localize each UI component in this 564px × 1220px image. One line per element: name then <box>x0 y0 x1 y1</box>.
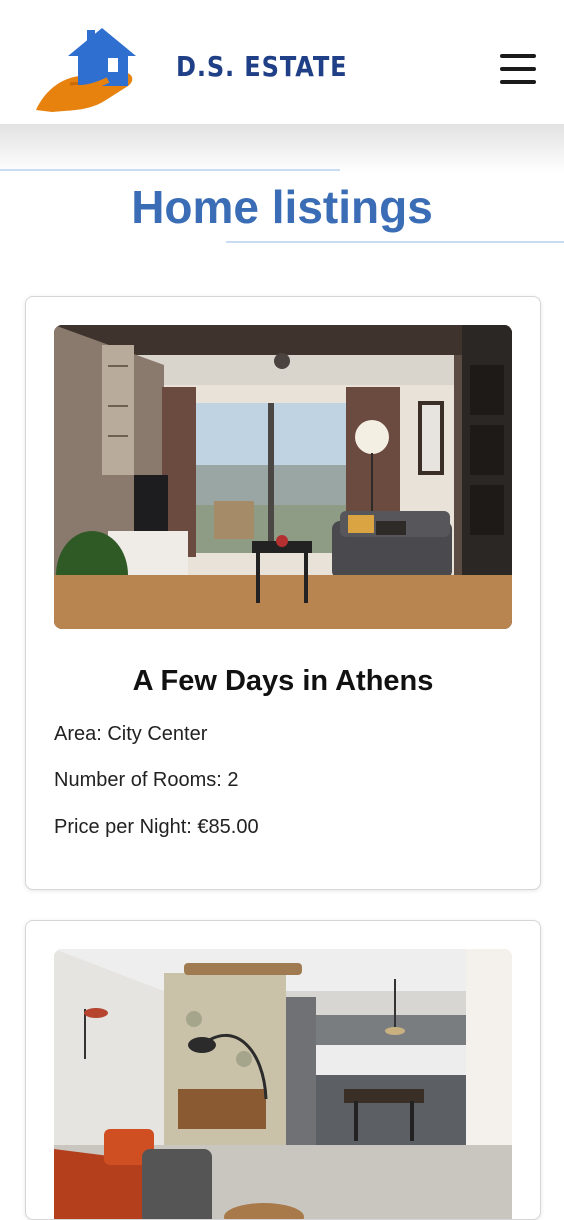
site-header: D.S. ESTATE <box>0 0 564 124</box>
listing-rooms: Number of Rooms: 2 <box>54 769 239 791</box>
living-room-photo[interactable] <box>54 325 512 629</box>
header-shadow-band <box>0 124 564 174</box>
page-title: Home listings <box>131 181 433 233</box>
house-in-hand-icon[interactable] <box>30 22 138 114</box>
title-decoration-line <box>226 241 564 243</box>
listing-card[interactable] <box>25 920 541 1220</box>
title-decoration-line <box>0 169 340 171</box>
listing-area: Area: City Center <box>54 723 208 745</box>
living-kitchen-photo[interactable] <box>54 949 512 1219</box>
listing-price: Price per Night: €85.00 <box>54 816 259 838</box>
listing-card[interactable]: A Few Days in Athens Area: City Center N… <box>25 296 541 890</box>
listing-title[interactable]: A Few Days in Athens <box>26 665 540 698</box>
brand-name[interactable]: D.S. ESTATE <box>176 50 347 83</box>
hamburger-menu-icon[interactable] <box>500 54 536 84</box>
